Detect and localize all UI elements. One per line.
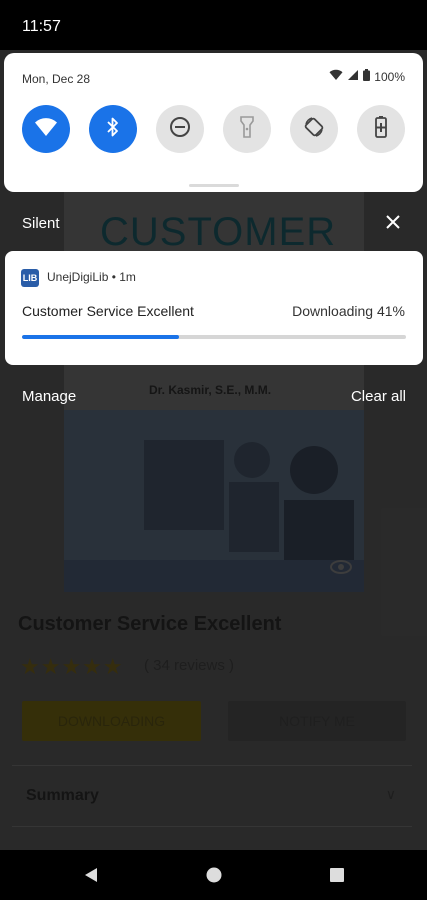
home-icon[interactable] [203,864,225,886]
drag-handle[interactable] [189,184,239,187]
qs-status-icons: 100% [329,69,405,84]
download-notification[interactable]: LIB UnejDigiLib • 1m Customer Service Ex… [5,251,423,365]
notification-app-meta: UnejDigiLib • 1m [47,270,136,284]
do-not-disturb-icon [169,116,191,143]
bluetooth-tile[interactable] [89,105,137,153]
cell-signal-icon [347,69,359,84]
auto-rotate-icon [303,116,325,143]
clear-all-button[interactable]: Clear all [351,388,406,405]
app-icon: LIB [21,269,39,287]
wifi-icon [34,117,58,142]
auto-rotate-tile[interactable] [290,105,338,153]
notification-title: Customer Service Excellent [22,303,194,319]
back-icon[interactable] [80,864,102,886]
silent-section-label: Silent [22,215,60,232]
battery-percent: 100% [374,69,405,84]
battery-saver-icon [375,115,387,143]
navigation-bar [0,850,427,900]
flashlight-tile[interactable] [223,105,271,153]
battery-icon [363,69,371,84]
status-time: 11:57 [22,18,61,35]
battery-saver-tile[interactable] [357,105,405,153]
recents-icon[interactable] [326,864,348,886]
quick-settings-panel: Mon, Dec 28 100% [4,53,423,192]
manage-button[interactable]: Manage [22,388,76,405]
do-not-disturb-tile[interactable] [156,105,204,153]
download-progress-bar [22,335,406,339]
progress-fill [22,335,180,339]
qs-date: Mon, Dec 28 [22,72,91,86]
wifi-signal-icon [329,69,343,84]
close-icon[interactable] [383,213,403,233]
download-status: Downloading 41% [292,303,405,319]
status-bar: 11:57 [0,0,427,50]
wifi-tile[interactable] [22,105,70,153]
bluetooth-icon [106,116,120,143]
flashlight-icon [240,115,254,143]
